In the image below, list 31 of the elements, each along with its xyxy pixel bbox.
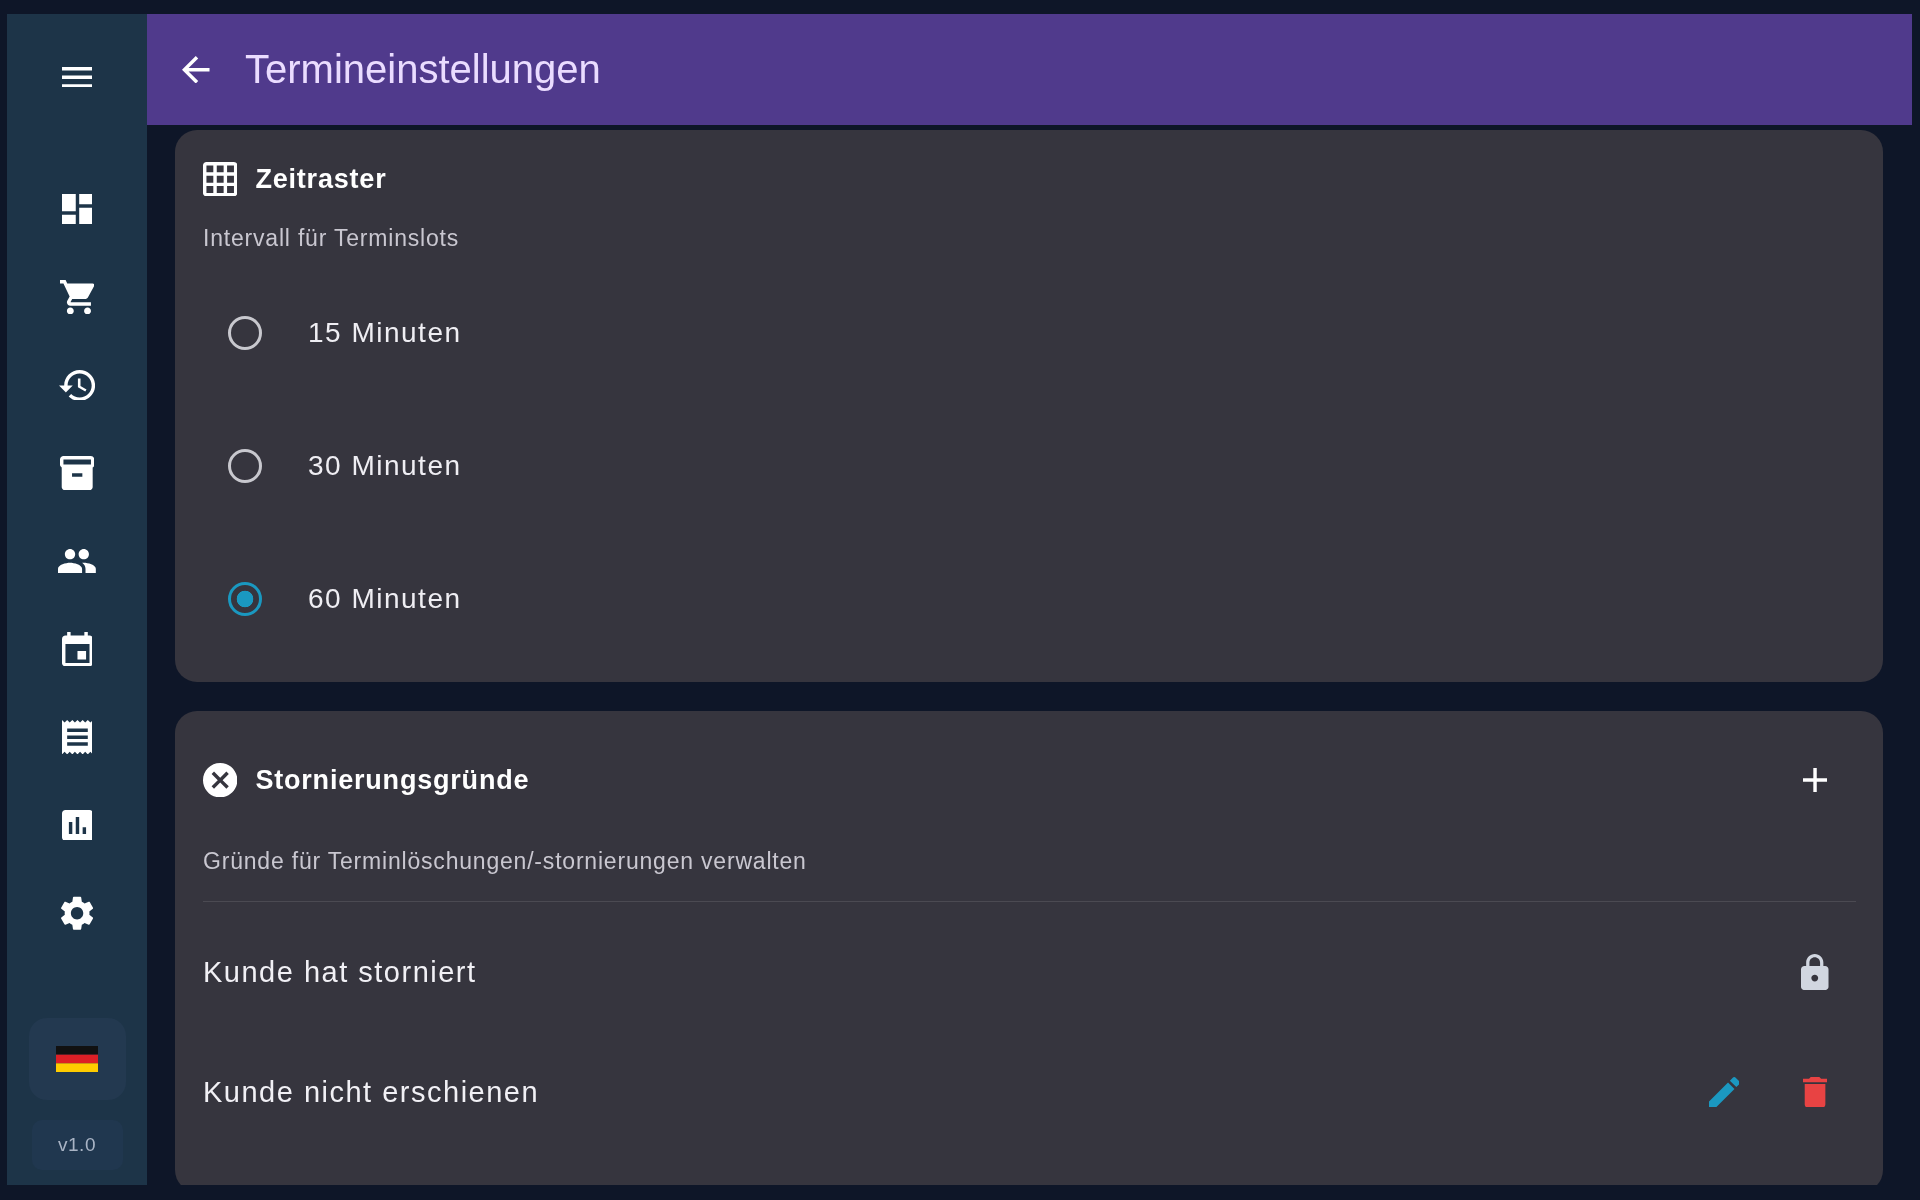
radio-label[interactable]: 30 Minuten — [308, 449, 462, 482]
radio-button[interactable] — [228, 581, 262, 616]
radio-label[interactable]: 60 Minuten — [308, 582, 462, 615]
flag-icon — [56, 1046, 98, 1072]
card-subtitle: Intervall für Terminslots — [203, 224, 461, 253]
archive-box-icon — [59, 455, 95, 491]
card-title: Zeitraster — [255, 163, 387, 195]
card-subtitle: Gründe für Terminlöschungen/-stornierungen verwalten — [203, 847, 808, 876]
dashboard-icon — [61, 193, 93, 225]
arrow-left-icon — [182, 55, 210, 84]
radio-label[interactable]: 15 Minuten — [308, 316, 462, 349]
card-title: Stornierungsgründe — [255, 764, 530, 796]
grid-icon — [203, 161, 238, 197]
history-icon — [58, 369, 96, 401]
receipt-icon — [61, 719, 93, 755]
radio-button[interactable] — [228, 448, 262, 483]
language-button[interactable] — [28, 1018, 126, 1100]
menu-icon — [61, 66, 93, 88]
calendar-icon — [61, 631, 93, 667]
reason-label: Kunde nicht erschienen — [203, 1075, 540, 1109]
settings-icon — [60, 895, 94, 931]
plus-icon — [1802, 767, 1828, 793]
cart-icon — [59, 279, 95, 315]
radio-button[interactable] — [228, 315, 262, 350]
bar-chart-icon — [61, 809, 93, 841]
pencil-icon — [1708, 1076, 1740, 1108]
version-label: v1.0 — [31, 1120, 123, 1170]
trash-icon — [1802, 1076, 1828, 1108]
page-title: Termineinstellungen — [245, 47, 601, 92]
people-icon — [58, 548, 96, 574]
reason-label: Kunde hat storniert — [203, 955, 477, 989]
